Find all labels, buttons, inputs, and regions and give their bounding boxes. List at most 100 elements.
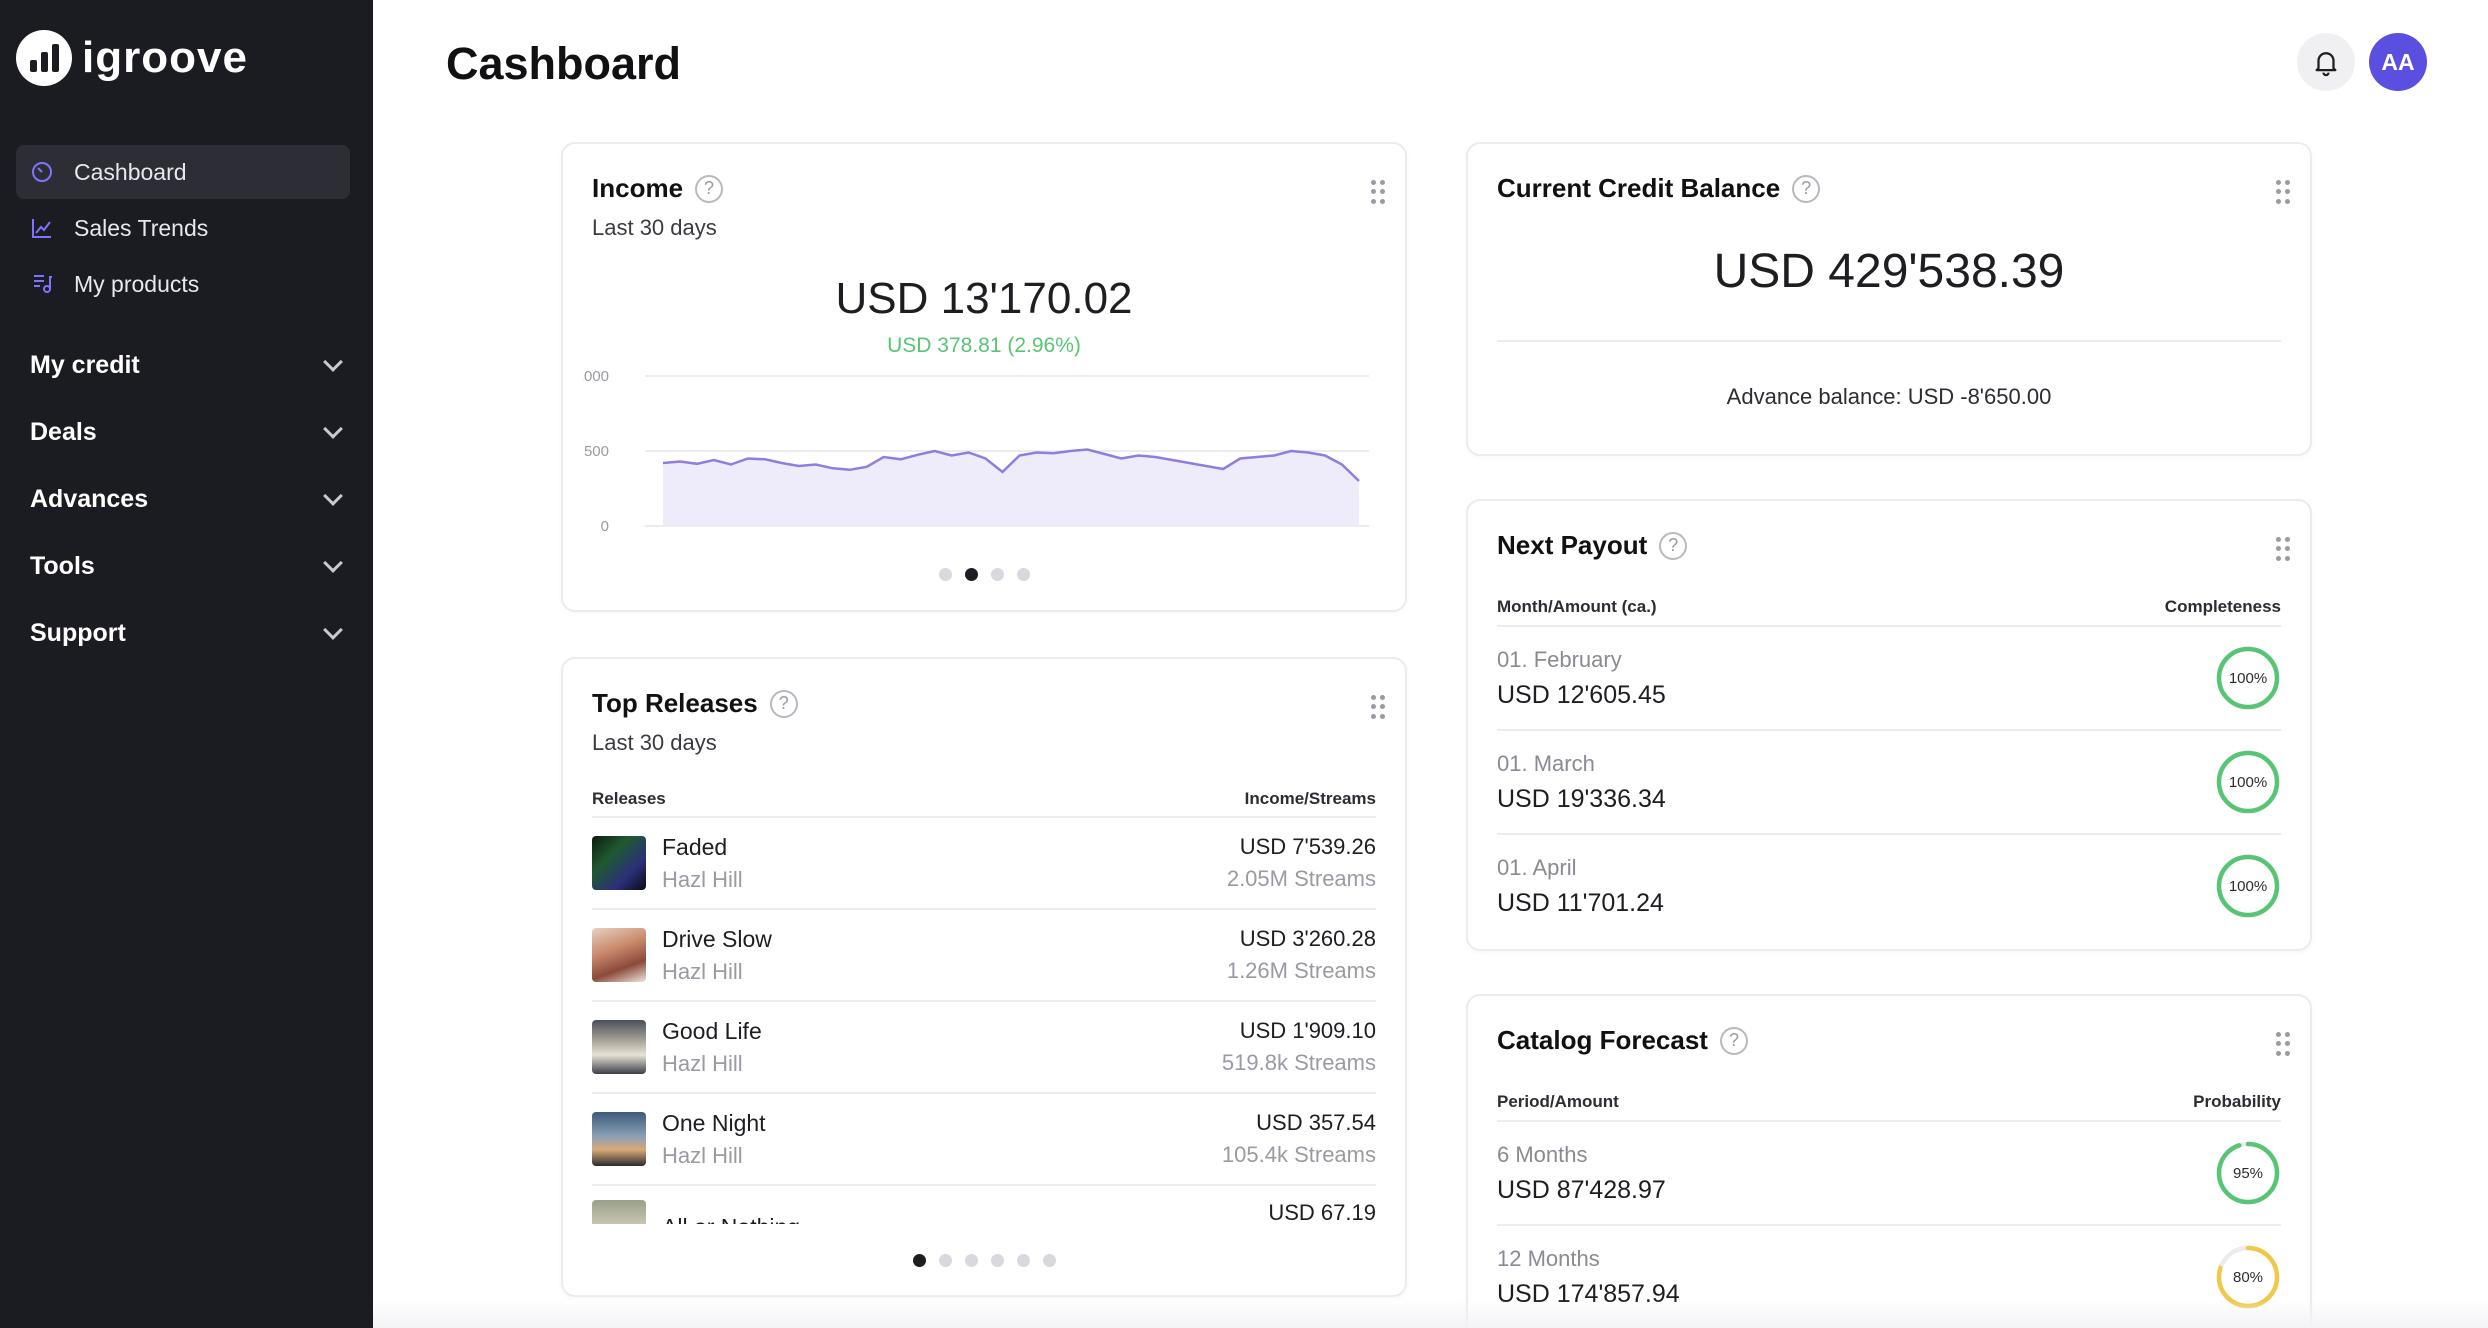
progress-ring: 100% [2215, 749, 2281, 815]
table-row[interactable]: Good Life Hazl Hill USD 1'909.10 519.8k St… [592, 1000, 1376, 1092]
logo-bars-icon [16, 30, 72, 86]
release-artist: Hazl Hill [662, 1142, 743, 1168]
y-tick-label: 500 [584, 443, 609, 460]
income-subtitle: Last 30 days [592, 215, 717, 240]
releases-carousel-dots [563, 1254, 1405, 1267]
carousel-dot[interactable] [1016, 568, 1030, 581]
release-cover [592, 836, 646, 890]
help-icon[interactable]: ? [695, 174, 724, 203]
table-row[interactable]: 6 Months USD 87'428.97 95% [1497, 1120, 2281, 1224]
progress-ring: 100% [2215, 645, 2281, 711]
table-row[interactable]: One Night Hazl Hill USD 357.54 105.4k Stre… [592, 1092, 1376, 1184]
credit-title: Current Credit Balance ? [1497, 173, 1821, 204]
dashboard-icon [28, 158, 56, 186]
row-label: 6 Months [1497, 1141, 1588, 1167]
release-streams: 105.4k Streams [1221, 1142, 1376, 1167]
drag-handle-icon[interactable] [1371, 695, 1385, 719]
table-row[interactable]: 01. April USD 11'701.24 100% [1497, 833, 2281, 937]
drag-handle-icon[interactable] [1371, 180, 1385, 204]
next-payout-title-text: Next Payout [1497, 530, 1648, 560]
column-header-releases: Releases [592, 789, 666, 808]
carousel-dot[interactable] [990, 568, 1004, 581]
page-title: Cashboard [446, 38, 682, 89]
table-row[interactable]: Drive Slow Hazl Hill USD 3'260.28 1.26M St… [592, 908, 1376, 1000]
row-text: 6 Months USD 87'428.97 [1497, 1142, 1666, 1205]
table-row[interactable]: Faded Hazl Hill USD 7'539.26 2.05M Streams [592, 816, 1376, 908]
drag-handle-icon[interactable] [2276, 1032, 2290, 1056]
top-releases-title-text: Top Releases [592, 688, 758, 718]
release-artist: Hazl Hill [662, 1050, 743, 1076]
sidebar-item-cashboard[interactable]: Cashboard [16, 145, 350, 199]
table-row[interactable]: 01. February USD 12'605.45 100% [1497, 625, 2281, 729]
progress-ring: 95% [2215, 1140, 2281, 1206]
help-icon[interactable]: ? [1659, 531, 1688, 560]
release-name: All or Nothing [662, 1214, 800, 1225]
payout-table-header: Month/Amount (ca.) Completeness [1497, 597, 2281, 617]
sidebar-group-tools[interactable]: Tools [16, 533, 350, 600]
sidebar-group-label: Deals [30, 418, 97, 446]
catalog-forecast-card: Catalog Forecast ? Period/Amount Probabi… [1466, 994, 2312, 1328]
carousel-dot[interactable] [990, 1254, 1004, 1267]
carousel-dot[interactable] [938, 1254, 952, 1267]
release-income: USD 357.54 [1256, 1110, 1376, 1135]
logo[interactable]: igroove [16, 30, 248, 86]
release-income: USD 3'260.28 [1239, 926, 1376, 951]
row-label: 01. April [1497, 854, 1577, 880]
help-icon[interactable]: ? [1719, 1026, 1748, 1055]
drag-handle-icon[interactable] [2276, 180, 2290, 204]
income-delta: USD 378.81 (2.96%) [887, 334, 1081, 357]
income-amount: USD 13'170.02 [835, 274, 1133, 323]
carousel-dot[interactable] [964, 568, 978, 581]
income-chart: 1000 500 0 [583, 368, 1369, 535]
release-cover [592, 1020, 646, 1074]
divider [1497, 340, 2281, 342]
payout-list: 01. February USD 12'605.45 100% 01. March US… [1497, 625, 2281, 937]
chevron-down-icon [323, 619, 343, 640]
sidebar-group-label: Advances [30, 485, 149, 513]
chevron-down-icon [323, 552, 343, 573]
ring-percent: 100% [2228, 877, 2268, 895]
ring-percent: 100% [2228, 669, 2268, 687]
row-label: 01. February [1497, 646, 1622, 672]
column-header-period-amount: Period/Amount [1497, 1092, 1619, 1111]
carousel-dot[interactable] [938, 568, 952, 581]
sidebar-item-my-products[interactable]: My products [16, 257, 350, 311]
carousel-dot[interactable] [1042, 1254, 1056, 1267]
sidebar-group-support[interactable]: Support [16, 600, 350, 667]
avatar[interactable]: AA [2369, 33, 2427, 91]
notifications-button[interactable] [2297, 33, 2355, 91]
table-row[interactable]: 01. March USD 19'336.34 100% [1497, 729, 2281, 833]
page-fade [373, 1300, 2488, 1328]
release-streams: 2.05M Streams [1226, 866, 1376, 891]
column-header-month-amount: Month/Amount (ca.) [1497, 597, 1657, 616]
chevron-down-icon [323, 418, 343, 439]
release-income: USD 1'909.10 [1239, 1018, 1376, 1043]
carousel-dot[interactable] [964, 1254, 978, 1267]
next-payout-title: Next Payout ? [1497, 530, 1688, 561]
trend-chart-icon [28, 214, 56, 242]
release-income: USD 7'539.26 [1239, 834, 1376, 859]
release-income: USD 67.19 [1268, 1200, 1376, 1224]
help-icon[interactable]: ? [1792, 174, 1821, 203]
sidebar-item-sales-trends[interactable]: Sales Trends [16, 201, 350, 255]
forecast-table-header: Period/Amount Probability [1497, 1092, 2281, 1112]
income-card: Income ? Last 30 days USD 13'170.02 USD … [561, 142, 1407, 612]
carousel-dot[interactable] [1016, 1254, 1030, 1267]
sidebar: igroove Cashboard Sales Trends My produc… [0, 0, 373, 1328]
sidebar-group-my-credit[interactable]: My credit [16, 332, 350, 399]
catalog-forecast-title-text: Catalog Forecast [1497, 1025, 1708, 1055]
drag-handle-icon[interactable] [2276, 537, 2290, 561]
carousel-dot[interactable] [912, 1254, 926, 1267]
table-row[interactable]: All or Nothing USD 67.19 [592, 1184, 1376, 1224]
release-cover [592, 1200, 646, 1224]
sidebar-group-deals[interactable]: Deals [16, 399, 350, 466]
release-name: Faded [662, 833, 728, 860]
chevron-down-icon [323, 351, 343, 372]
release-name: Drive Slow [662, 925, 772, 952]
help-icon[interactable]: ? [769, 689, 798, 718]
sidebar-item-label: Cashboard [74, 158, 187, 185]
row-text: 01. February USD 12'605.45 [1497, 647, 1666, 710]
sidebar-group-advances[interactable]: Advances [16, 466, 350, 533]
forecast-list: 6 Months USD 87'428.97 95% 12 Months USD 174… [1497, 1120, 2281, 1328]
income-title-text: Income [592, 173, 684, 203]
